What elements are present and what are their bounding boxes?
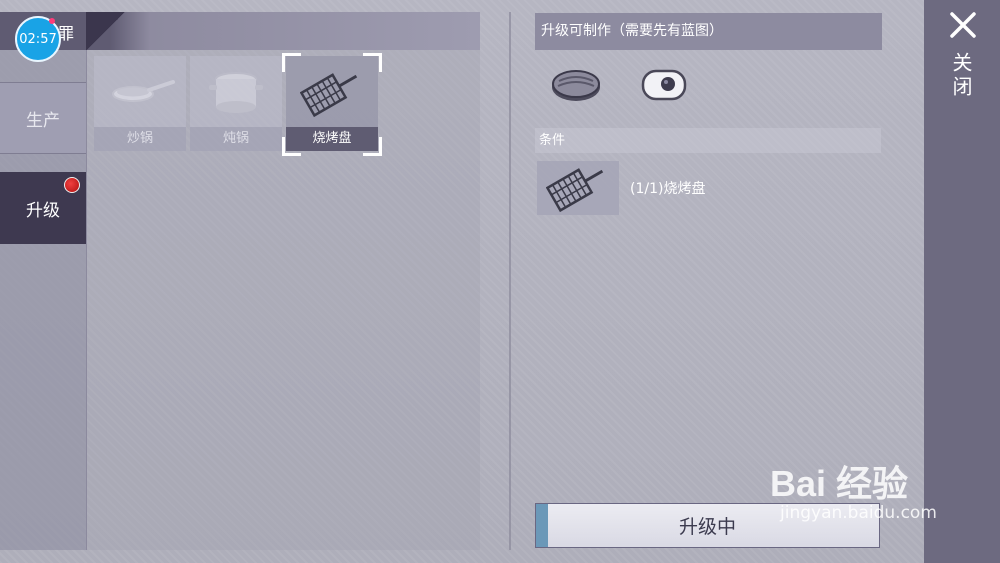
item-frying-pan[interactable]: 炒锅 [94,56,186,151]
conditions-header: 条件 [535,128,881,153]
item-stew-pot-label: 炖锅 [190,127,282,151]
close-icon[interactable] [948,10,978,40]
upgrade-progress-fill [536,504,548,547]
selection-corner [363,137,382,156]
watermark-main: Bai 经验 [770,463,909,504]
craftable-header: 升级可制作（需要先有蓝图） [535,13,882,50]
item-frying-pan-label: 炒锅 [94,127,186,151]
steak-icon[interactable] [548,60,604,110]
frying-pan-icon [94,62,186,122]
watermark-sub: jingyan.baidu.com [780,503,937,523]
close-label[interactable]: 关闭 [946,52,976,100]
condition-grill-basket-icon [537,161,619,215]
header-decoration [86,12,126,50]
tab-upgrade-label: 升级 [26,200,60,221]
condition-text: (1/1)烧烤盘 [630,181,706,197]
selection-corner [363,53,382,72]
fried-egg-icon[interactable] [636,60,692,110]
upgrade-button-label: 升级中 [678,516,736,538]
clock-time: 02:57 [19,31,57,47]
tab-produce-label: 生产 [26,110,60,131]
stew-pot-icon [190,62,282,122]
tab-produce[interactable]: 生产 [0,82,86,154]
notification-dot [49,18,55,24]
tab-upgrade-badge [64,177,80,193]
selection-corner [282,137,301,156]
item-stew-pot[interactable]: 炖锅 [190,56,282,151]
selection-corner [282,53,301,72]
watermark: Bai 经验 jingyan.baidu.com [770,455,937,523]
panel-divider [509,12,511,550]
